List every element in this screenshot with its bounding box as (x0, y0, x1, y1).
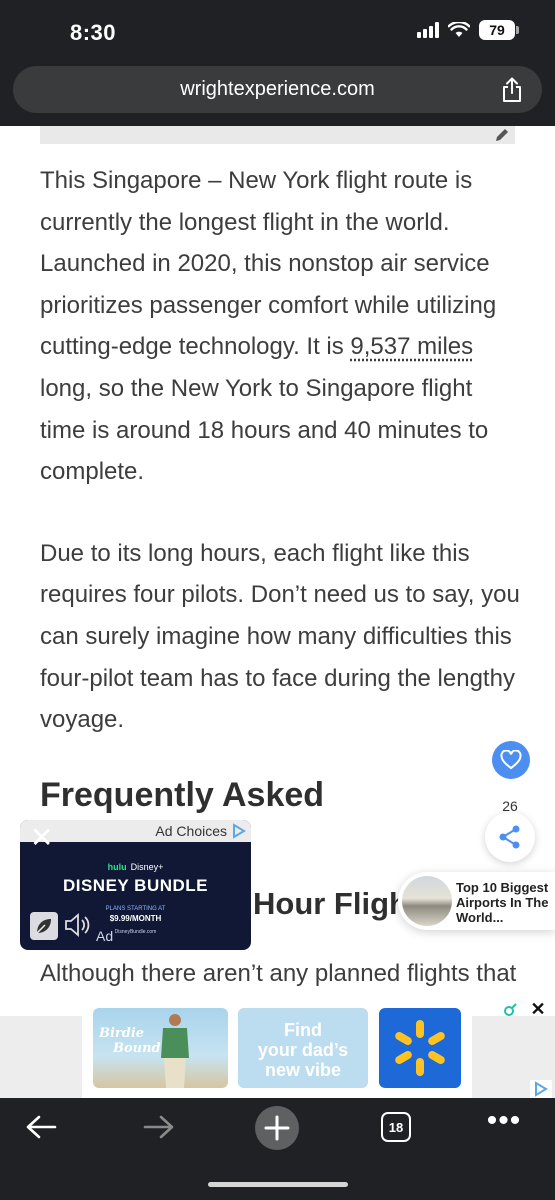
home-indicator (208, 1182, 348, 1187)
share-nodes-icon (499, 825, 520, 849)
status-icons: 79 (417, 20, 519, 40)
model-figure (161, 1014, 189, 1088)
walmart-spark-icon (395, 1020, 445, 1076)
recommendation-card[interactable]: Top 10 Biggest Airports In The World... (398, 872, 555, 930)
ad-brand-line: hulu Disney+ (20, 862, 251, 872)
tile-headline-line: Find (284, 1020, 322, 1040)
more-menu-icon[interactable]: ••• (484, 1106, 524, 1138)
ad-choices-icon[interactable] (530, 1080, 552, 1098)
tile-headline-line: new vibe (264, 1060, 342, 1080)
ad-title: DISNEY BUNDLE (62, 876, 209, 895)
heart-icon (500, 750, 522, 770)
cellular-signal-icon (417, 22, 439, 38)
hulu-logo: hulu (107, 862, 127, 872)
url-bar[interactable]: wrightexperience.com (13, 66, 542, 113)
video-ad[interactable]: Ad Choices ✕ hulu Disney+ DISNEY BUNDLE P… (20, 820, 251, 950)
share-button[interactable] (485, 812, 535, 862)
ad-choices-icon[interactable] (231, 823, 247, 839)
share-icon[interactable] (500, 77, 524, 103)
browser-top-chrome: 8:30 79 wrightexperience.com (0, 0, 555, 126)
new-tab-button[interactable] (255, 1106, 299, 1150)
ad-tile-birdie-bound[interactable]: Birdie Bound (93, 1008, 228, 1088)
pencil-icon[interactable] (493, 126, 511, 144)
banner-ad-choices[interactable] (530, 1080, 552, 1098)
disney-plus-logo: Disney+ (130, 862, 164, 872)
like-button[interactable] (492, 741, 530, 779)
faq-heading: Frequently Asked (40, 776, 325, 814)
ad-tile-find-vibe[interactable]: Find your dad’s new vibe (238, 1008, 368, 1088)
volume-icon[interactable] (62, 910, 92, 940)
ad-choices-link[interactable]: Ad Choices (155, 823, 227, 839)
plus-icon (264, 1115, 290, 1141)
recommendation-title: Top 10 Biggest Airports In The World... (456, 880, 549, 925)
ad-label: Ad (96, 928, 114, 944)
url-text[interactable]: wrightexperience.com (13, 78, 542, 101)
distance-link[interactable]: 9,537 miles (350, 333, 473, 360)
tile-brand-line: Bound (113, 1041, 161, 1056)
status-time: 8:30 (70, 20, 117, 45)
tile-brand-text: Birdie Bound (99, 1026, 161, 1056)
expand-video-button[interactable] (30, 912, 58, 940)
ad-info-icon[interactable] (500, 1000, 520, 1020)
article-body: This Singapore – New York flight route i… (40, 160, 520, 741)
article-paragraph: This Singapore – New York flight route i… (40, 160, 520, 493)
tile-headline-line: your dad’s (257, 1040, 349, 1060)
ad-tile-walmart[interactable] (379, 1008, 461, 1088)
wifi-icon (448, 22, 470, 37)
section-subheading: Hour Fligh (253, 886, 408, 921)
previous-block-edge (40, 126, 515, 144)
back-arrow-icon[interactable] (25, 1114, 57, 1140)
tile-brand-line: Birdie (99, 1026, 145, 1041)
paragraph-text: This Singapore – New York flight route i… (40, 167, 497, 361)
forward-arrow-icon[interactable] (143, 1114, 175, 1140)
article-paragraph: Due to its long hours, each flight like … (40, 539, 520, 734)
tab-switcher-button[interactable]: 18 (381, 1112, 411, 1142)
leaf-icon (36, 919, 51, 934)
close-ad-button[interactable]: ✕ (30, 824, 53, 852)
tile-headline: Find your dad’s new vibe (238, 1020, 368, 1080)
article-paragraph: Although there aren’t any planned flight… (40, 960, 517, 987)
battery-icon: 79 (479, 20, 519, 40)
airport-thumbnail (402, 876, 452, 926)
paragraph-text: long, so the New York to Singapore fligh… (40, 374, 489, 486)
close-banner-button[interactable]: ✕ (526, 997, 550, 1021)
